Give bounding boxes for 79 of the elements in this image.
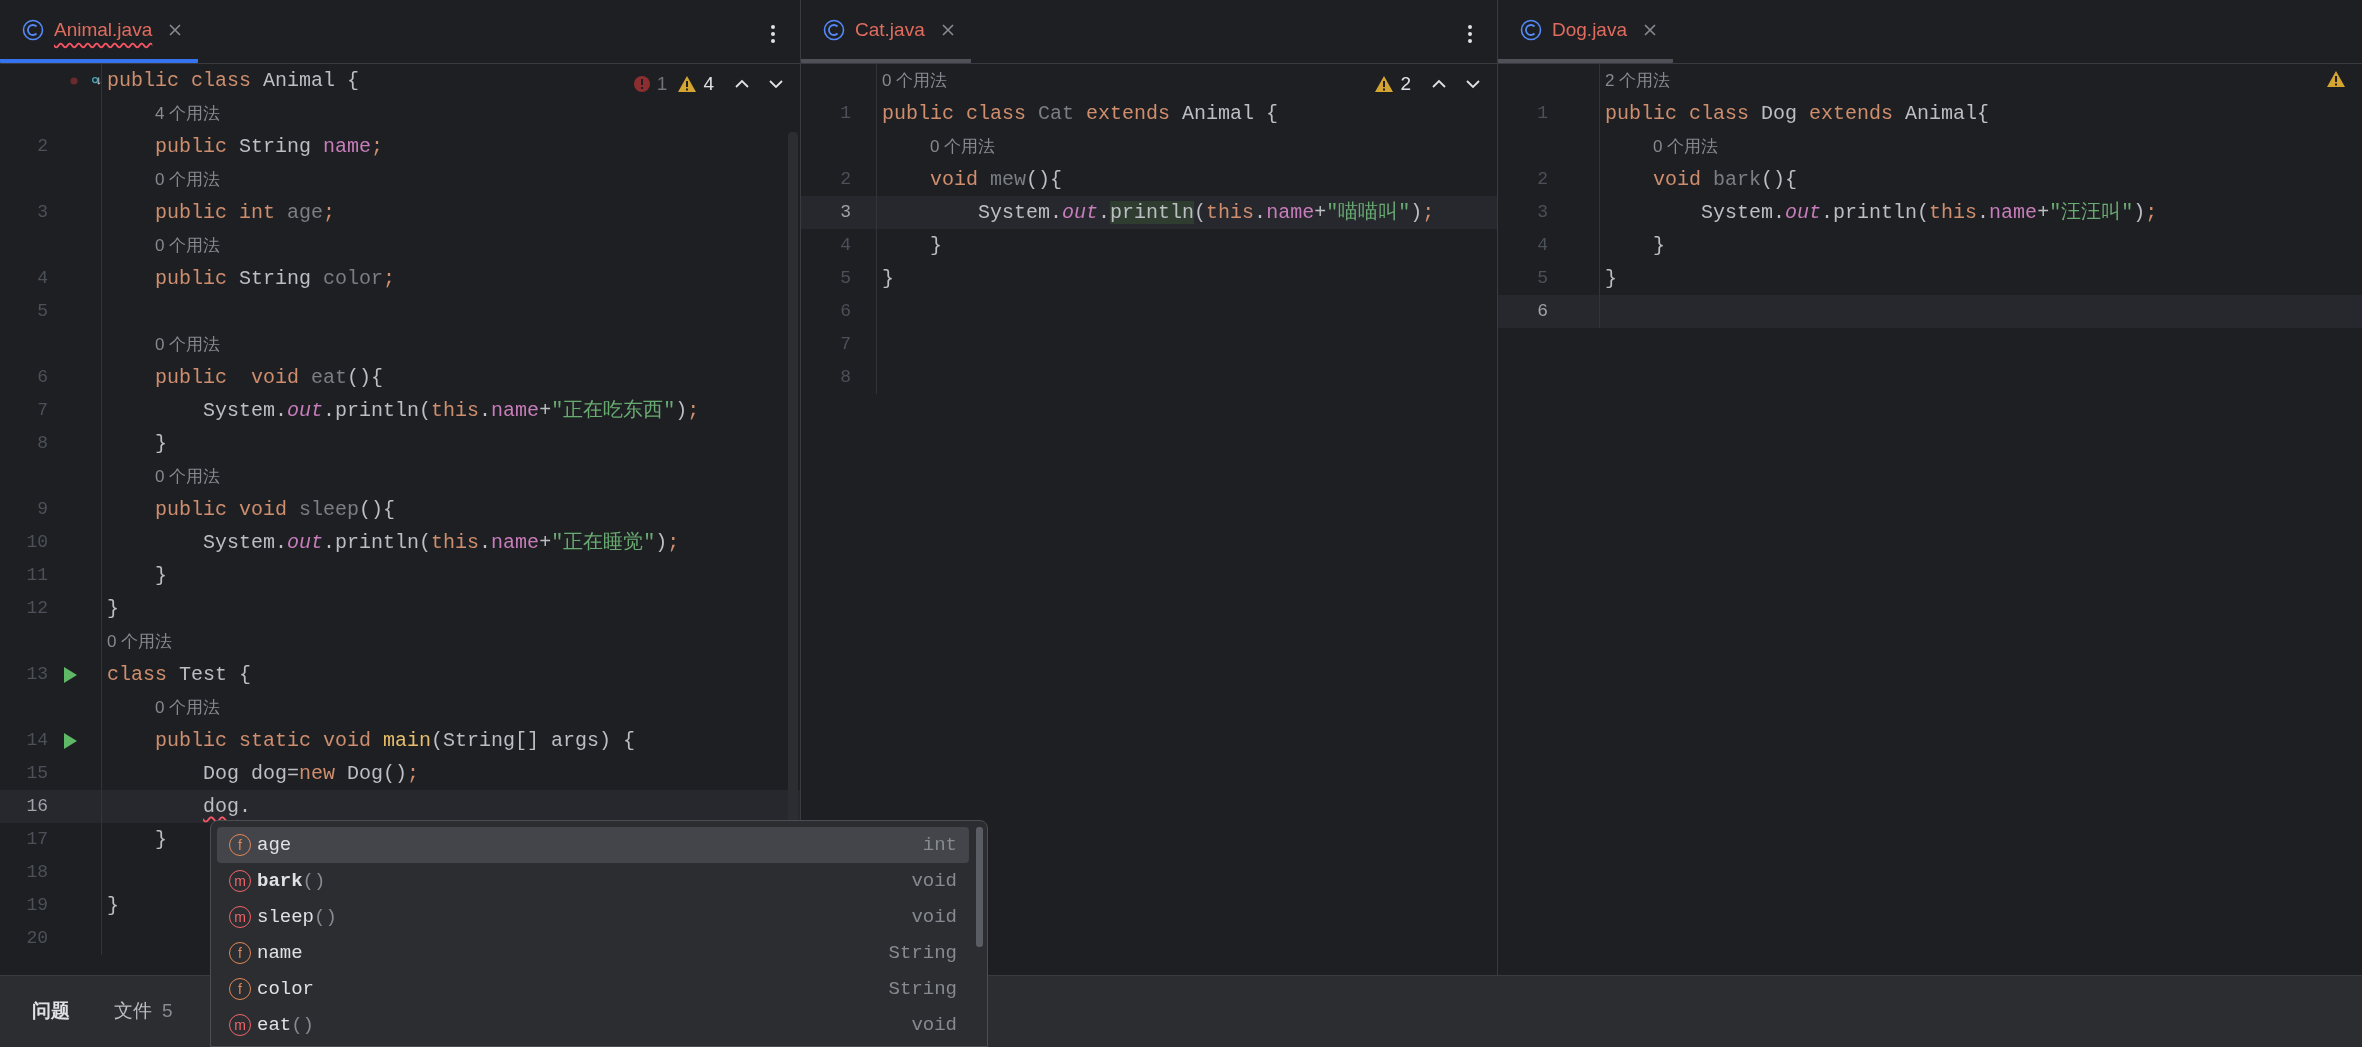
usage-hint[interactable]: 0 个用法 (1605, 131, 1719, 162)
completion-item[interactable]: f name String (217, 935, 969, 971)
class-icon (1520, 19, 1542, 41)
class-icon (823, 19, 845, 41)
code-line: } (107, 595, 119, 622)
chevron-down-icon[interactable] (1465, 79, 1481, 90)
run-icon[interactable] (62, 665, 78, 684)
completion-item[interactable]: f color String (217, 971, 969, 1007)
line-number: 3 (840, 201, 851, 224)
usage-hint[interactable]: 0 个用法 (882, 131, 996, 162)
code-line: dog. (202, 793, 252, 820)
code-line: } (1652, 232, 1666, 259)
chevron-up-icon[interactable] (1431, 79, 1447, 90)
return-type: void (911, 904, 957, 930)
return-type: void (911, 1012, 957, 1038)
code-line: System.out.println(this.name+"汪汪叫"); (1700, 199, 2158, 226)
code-line: } (107, 892, 119, 919)
close-icon[interactable] (1643, 23, 1657, 37)
usage-hint[interactable]: 0 个用法 (107, 628, 173, 655)
usage-hint[interactable]: 0 个用法 (107, 692, 221, 723)
code-line: } (929, 232, 943, 259)
code-line: System.out.println(this.name+"正在睡觉"); (202, 529, 680, 556)
code-line: public class Cat extends Animal { (882, 100, 1279, 127)
chevron-down-icon[interactable] (768, 79, 784, 90)
code-line: public class Dog extends Animal{ (1605, 100, 1990, 127)
editor-tab[interactable]: Dog.java (1498, 1, 1673, 63)
panel-tab[interactable]: 问题 (24, 993, 78, 1030)
chevron-up-icon[interactable] (734, 79, 750, 90)
completion-item[interactable]: m bark() void (217, 863, 969, 899)
error-count[interactable]: 1 (656, 70, 668, 99)
return-type: String (888, 940, 957, 966)
code-line: public static void main(String[] args) { (154, 727, 636, 754)
code-line: } (154, 826, 168, 853)
usage-hint[interactable]: 0 个用法 (882, 67, 948, 94)
code-line: System.out.println(this.name+"喵喵叫"); (977, 199, 1435, 226)
more-icon[interactable] (1467, 24, 1473, 44)
code-line: Dog dog=new Dog(); (202, 760, 420, 787)
completion-item[interactable]: m eat() void (217, 1007, 969, 1043)
usage-hint[interactable]: 0 个用法 (107, 461, 221, 492)
usage-hint[interactable]: 0 个用法 (107, 329, 221, 360)
code-line: } (154, 562, 168, 589)
code-line: } (882, 265, 894, 292)
warning-count[interactable]: 2 (1400, 70, 1411, 99)
editor-tab[interactable]: Cat.java (801, 1, 971, 63)
panel-tab[interactable]: 文件 5 (106, 993, 181, 1030)
warning-icon[interactable] (677, 75, 698, 94)
return-type: String (888, 976, 957, 1002)
code-line: class Test { (107, 661, 252, 688)
warning-icon[interactable] (1374, 75, 1395, 94)
code-line: public class Animal { (107, 67, 360, 94)
line-number: 6 (1537, 300, 1548, 323)
code-line: public String name; (154, 133, 384, 160)
more-icon[interactable] (770, 24, 776, 44)
line-number: 16 (26, 795, 48, 818)
code-line: System.out.println(this.name+"正在吃东西"); (202, 397, 700, 424)
completion-item[interactable]: m sleep() void (217, 899, 969, 935)
code-line: public void eat(){ (154, 364, 384, 391)
scrollbar[interactable] (976, 827, 983, 947)
code-line: public int age; (154, 199, 336, 226)
close-icon[interactable] (168, 23, 183, 37)
editor-tab[interactable]: Animal.java (0, 1, 199, 63)
run-icon[interactable] (62, 731, 78, 750)
code-line: void mew(){ (929, 166, 1063, 193)
code-line: void bark(){ (1652, 166, 1798, 193)
warning-icon[interactable] (2326, 70, 2346, 88)
usage-hint[interactable]: 0 个用法 (107, 164, 221, 195)
usage-hint[interactable]: 0 个用法 (107, 230, 221, 261)
code-line: public void sleep(){ (154, 496, 396, 523)
code-line: public String color; (154, 265, 396, 292)
code-line: } (154, 430, 168, 457)
usage-hint[interactable]: 4 个用法 (107, 98, 221, 129)
warning-count[interactable]: 4 (703, 70, 714, 99)
code-line: } (1605, 265, 1617, 292)
return-type: void (911, 868, 957, 894)
completion-item[interactable]: f age int (217, 827, 969, 863)
close-icon[interactable] (940, 23, 955, 37)
return-type: int (922, 832, 957, 858)
class-icon (22, 19, 44, 41)
usage-hint[interactable]: 2 个用法 (1605, 67, 1671, 94)
